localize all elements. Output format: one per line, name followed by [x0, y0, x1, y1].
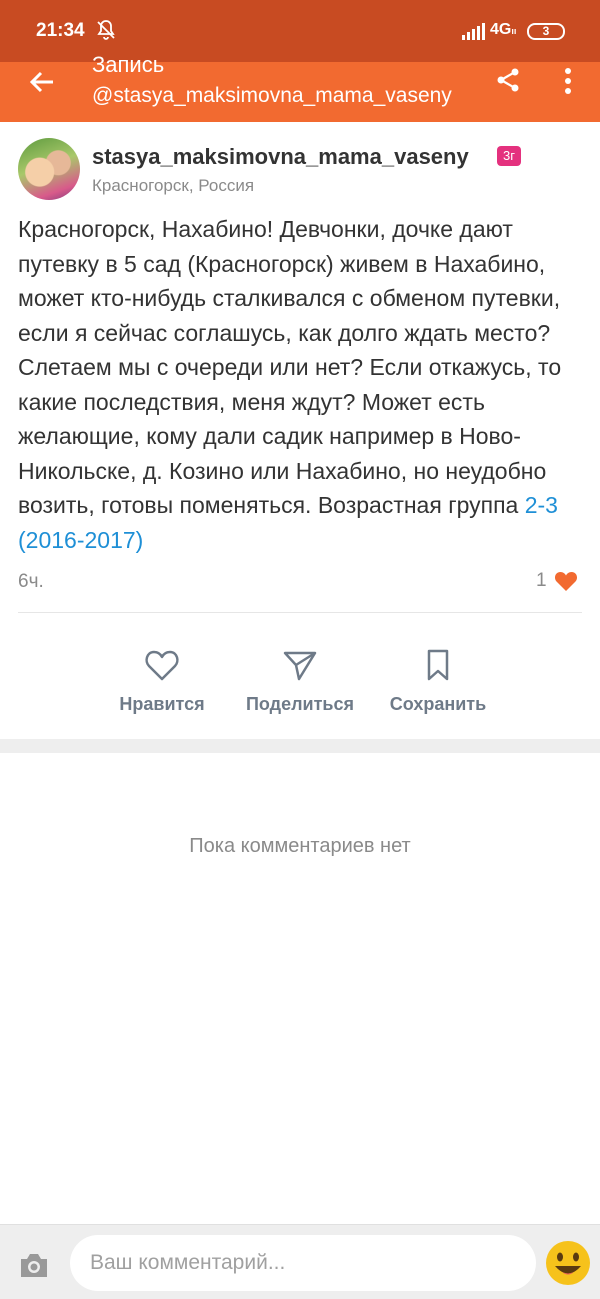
share-label: Поделиться — [245, 694, 355, 714]
notifications-off-icon — [97, 20, 115, 40]
comment-input[interactable] — [70, 1235, 536, 1291]
like-button[interactable]: Нравится — [97, 648, 227, 718]
signal-icon — [462, 23, 485, 40]
bookmark-icon — [427, 649, 449, 681]
share-button[interactable]: Поделиться — [235, 648, 365, 718]
emoji-icon[interactable] — [544, 1239, 592, 1287]
likes-count: 1 — [536, 570, 547, 591]
comment-bar — [0, 1224, 600, 1299]
more-vert-icon[interactable] — [556, 66, 580, 96]
camera-icon[interactable] — [18, 1251, 50, 1279]
heart-icon — [145, 650, 179, 681]
like-label: Нравится — [119, 694, 205, 714]
divider — [18, 612, 582, 613]
back-arrow-icon[interactable] — [26, 66, 58, 98]
share-icon[interactable] — [494, 66, 522, 94]
avatar[interactable] — [18, 138, 80, 200]
author-name[interactable]: stasya_maksimovna_mama_vaseny — [92, 144, 469, 170]
post-body: Красногорск, Нахабино! Девчонки, дочке д… — [18, 216, 562, 518]
heart-filled-icon[interactable] — [554, 570, 578, 592]
save-label: Сохранить — [389, 694, 487, 714]
battery-icon: 3 — [527, 23, 565, 40]
page-title: Запись — [92, 52, 165, 77]
age-badge: 3г — [497, 146, 521, 166]
status-time: 21:34 — [36, 20, 85, 41]
save-button[interactable]: Сохранить — [373, 648, 503, 718]
status-bar: 21:34 4Gıı 3 — [0, 0, 600, 62]
no-comments-message: Пока комментариев нет — [189, 835, 411, 857]
network-type: 4Gıı — [490, 21, 517, 38]
page-subtitle: @stasya_maksimovna_mama_vaseny — [92, 84, 452, 107]
app-bar: Запись @stasya_maksimovna_mama_vaseny — [0, 52, 600, 122]
send-icon — [283, 651, 317, 681]
author-location: Красногорск, Россия — [92, 176, 255, 195]
post-time: 6ч. — [18, 571, 44, 592]
section-separator — [0, 739, 600, 753]
post-text: Красногорск, Нахабино! Девчонки, дочке д… — [18, 212, 588, 557]
